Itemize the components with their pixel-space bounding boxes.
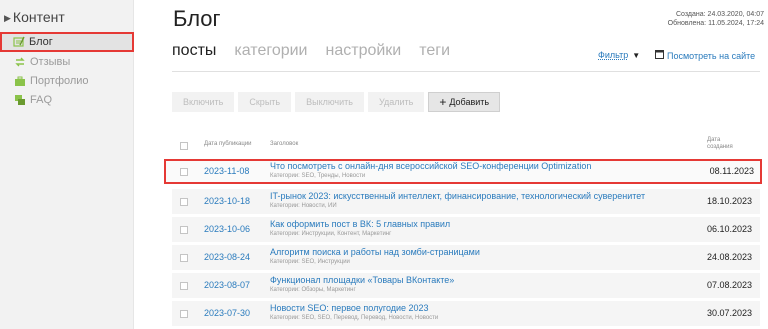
- tabs-divider: [172, 71, 760, 72]
- row-title-link[interactable]: Как оформить пост в ВК: 5 главных правил: [270, 219, 450, 229]
- row-created-date: 08.11.2023: [709, 166, 754, 176]
- add-button-label: Добавить: [449, 97, 490, 107]
- sidebar-item-portfolio[interactable]: Портфолио: [0, 71, 134, 91]
- sidebar-item-label: Отзывы: [30, 56, 71, 68]
- row-title-link[interactable]: IT-рынок 2023: искусственный интеллект, …: [270, 191, 645, 201]
- page-title: Блог: [173, 6, 221, 31]
- row-categories: Категории: SEO, Тренды, Новости: [270, 173, 366, 179]
- table-row[interactable]: 2023-08-07 Функционал площадки «Товары В…: [172, 273, 760, 298]
- row-categories: Категории: Обзоры, Маркетинг: [270, 287, 356, 293]
- row-checkbox[interactable]: [180, 198, 188, 206]
- caret-right-icon: ▶: [4, 13, 11, 23]
- tab-categories[interactable]: категории: [234, 42, 307, 60]
- chevron-down-icon: ▼: [632, 50, 641, 60]
- row-checkbox[interactable]: [180, 168, 188, 176]
- row-created-date: 30.07.2023: [706, 308, 752, 318]
- sidebar-section-content[interactable]: ▶ Контент: [4, 9, 65, 25]
- enable-button[interactable]: Включить: [172, 92, 235, 112]
- sidebar-item-label: Блог: [29, 36, 53, 48]
- portfolio-icon: [14, 75, 26, 87]
- column-header-created[interactable]: Дата создания: [707, 137, 747, 151]
- table-row[interactable]: 2023-11-08 Что посмотреть с онлайн-дня в…: [164, 159, 762, 184]
- row-created-date: 07.08.2023: [706, 280, 752, 290]
- table-row[interactable]: 2023-10-18 IT-рынок 2023: искусственный …: [172, 189, 760, 214]
- tab-settings[interactable]: настройки: [326, 42, 402, 60]
- column-header-date[interactable]: Дата публикации: [204, 141, 252, 148]
- tab-tags[interactable]: теги: [419, 42, 450, 60]
- row-checkbox[interactable]: [180, 310, 188, 318]
- row-created-date: 24.08.2023: [706, 252, 752, 262]
- row-checkbox[interactable]: [180, 226, 188, 234]
- row-checkbox[interactable]: [180, 282, 188, 290]
- page-meta: Создана: 24.03.2020, 04:07 Обновлена: 11…: [668, 10, 764, 28]
- row-categories: Категории: Новости, ИИ: [270, 203, 337, 209]
- filter-dropdown[interactable]: Фильтр ▼: [598, 50, 640, 60]
- row-categories: Категории: SEO, SEO, Перевод, Перевод, Н…: [270, 315, 439, 321]
- view-on-site-link[interactable]: Посмотреть на сайте: [655, 50, 755, 61]
- hide-button[interactable]: Скрыть: [238, 92, 292, 112]
- action-toolbar: Включить Скрыть Выключить Удалить + Доба…: [172, 92, 501, 112]
- row-date-link[interactable]: 2023-08-07: [204, 280, 250, 290]
- blog-icon: [13, 36, 25, 48]
- row-title-link[interactable]: Алгоритм поиска и работы над зомби-стран…: [270, 247, 480, 257]
- delete-button[interactable]: Удалить: [367, 92, 425, 112]
- sidebar-title-label: Контент: [12, 9, 65, 25]
- disable-button[interactable]: Выключить: [295, 92, 364, 112]
- row-date-link[interactable]: 2023-10-06: [204, 224, 250, 234]
- row-title-link[interactable]: Функционал площадки «Товары ВКонтакте»: [270, 275, 454, 285]
- filter-label: Фильтр: [598, 50, 629, 60]
- column-header-title[interactable]: Заголовок: [270, 141, 298, 148]
- row-created-date: 06.10.2023: [706, 224, 752, 234]
- row-title-link[interactable]: Новости SEO: первое полугодие 2023: [270, 303, 429, 313]
- sidebar-item-reviews[interactable]: Отзывы: [0, 52, 134, 72]
- table-header: Дата публикации Заголовок Дата создания: [172, 133, 760, 158]
- row-date-link[interactable]: 2023-11-08: [204, 166, 249, 176]
- row-title-link[interactable]: Что посмотреть с онлайн-дня всероссийско…: [270, 161, 591, 171]
- add-post-button[interactable]: + Добавить: [428, 92, 501, 112]
- sidebar-item-label: FAQ: [30, 94, 53, 106]
- table-row[interactable]: 2023-10-06 Как оформить пост в ВК: 5 гла…: [172, 217, 760, 242]
- posts-table: Дата публикации Заголовок Дата создания …: [164, 133, 762, 326]
- created-timestamp: Создана: 24.03.2020, 04:07: [676, 11, 764, 18]
- plus-icon: +: [439, 95, 447, 109]
- updated-timestamp: Обновлена: 11.05.2024, 17:24: [667, 20, 764, 27]
- row-categories: Категории: SEO, Инструкции: [270, 259, 350, 265]
- external-page-icon: [655, 50, 664, 61]
- sidebar-item-faq[interactable]: FAQ: [0, 90, 134, 110]
- select-all-checkbox[interactable]: [180, 142, 188, 150]
- row-created-date: 18.10.2023: [706, 196, 752, 206]
- row-categories: Категории: Инструкции, Контент, Маркетин…: [270, 231, 392, 237]
- table-row[interactable]: 2023-08-24 Алгоритм поиска и работы над …: [172, 245, 760, 270]
- table-row[interactable]: 2023-07-30 Новости SEO: первое полугодие…: [172, 301, 760, 326]
- row-checkbox[interactable]: [180, 254, 188, 262]
- row-date-link[interactable]: 2023-08-24: [204, 252, 250, 262]
- row-date-link[interactable]: 2023-10-18: [204, 196, 250, 206]
- sidebar-item-label: Портфолио: [30, 75, 89, 87]
- row-date-link[interactable]: 2023-07-30: [204, 308, 250, 318]
- sidebar: ▶ Контент Блог Отзывы Портфолио FAQ: [0, 0, 134, 329]
- faq-icon: [14, 94, 26, 106]
- tab-posts[interactable]: посты: [172, 42, 216, 60]
- sidebar-item-blog[interactable]: Блог: [0, 32, 134, 52]
- tab-bar: посты категории настройки теги: [172, 42, 450, 60]
- view-on-site-label: Посмотреть на сайте: [667, 50, 756, 61]
- reviews-icon: [14, 56, 26, 68]
